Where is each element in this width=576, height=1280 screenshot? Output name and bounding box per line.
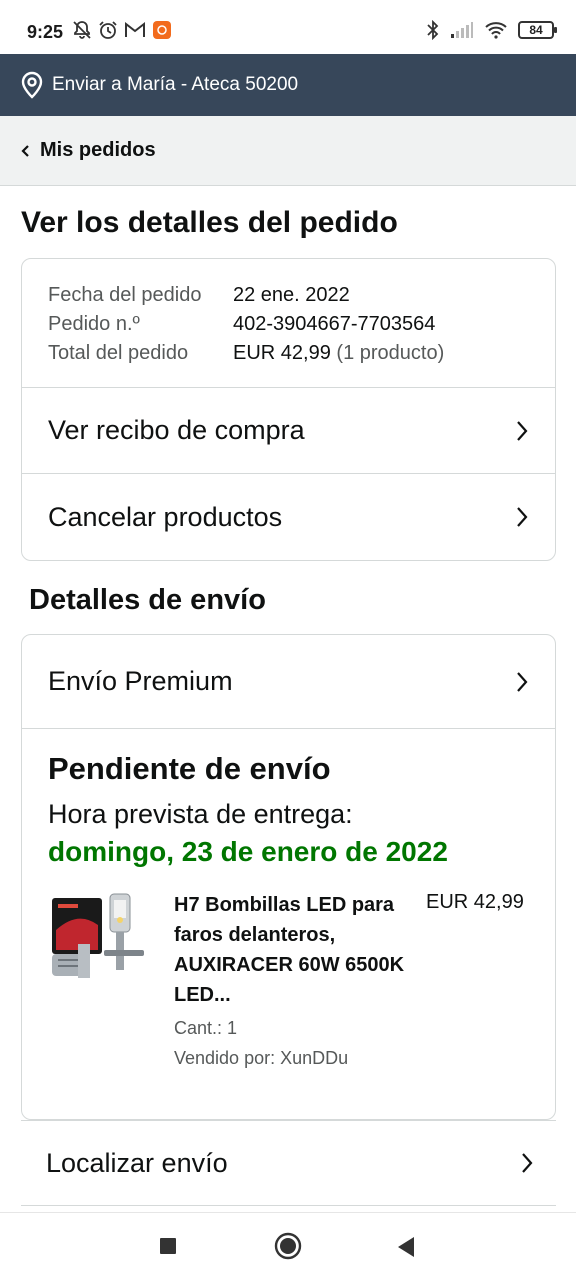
status-bar: 9:25 84 [0,0,576,54]
notifications-off-icon [73,21,91,39]
product-seller: Vendido por: XunDDu [174,1048,349,1068]
chevron-right-icon [517,671,528,692]
bluetooth-icon [427,20,439,40]
cancel-products-link[interactable]: Cancelar productos [22,474,555,560]
alarm-icon [99,21,117,39]
wifi-icon [485,22,507,39]
app-notification-icon [153,21,171,39]
item-info: H7 Bombillas LED para faros delanteros, … [174,890,406,1069]
eta-date: domingo, 23 de enero de 2022 [48,836,448,867]
delivery-address-text: Enviar a María - Ateca 50200 [52,74,299,95]
order-summary: Fecha del pedido 22 ene. 2022 Pedido n.º… [22,259,555,388]
shipping-section-title: Detalles de envío [29,584,266,616]
order-summary-card: Fecha del pedido 22 ene. 2022 Pedido n.º… [21,258,556,561]
gmail-icon [125,21,145,37]
shipment-details: Pendiente de envío Hora prevista de entr… [22,729,555,1069]
product-quantity: Cant.: 1 [174,1018,238,1038]
eta-label: Hora prevista de entrega: [48,799,353,829]
premium-shipping-label: Envío Premium [48,666,233,696]
signal-icon [451,22,473,38]
breadcrumb-my-orders[interactable]: Mis pedidos [40,139,156,162]
back-icon[interactable] [396,1236,416,1258]
system-nav-bar [0,1212,576,1280]
cancel-products-label: Cancelar productos [48,501,283,532]
order-item[interactable]: H7 Bombillas LED para faros delanteros, … [48,890,529,1069]
order-total-amount: EUR 42,99 [233,342,331,364]
page-title: Ver los detalles del pedido [21,206,398,239]
order-number-value: 402-3904667-7703564 [233,313,436,335]
track-shipment-link[interactable]: Localizar envío [21,1120,556,1206]
status-left-icons [72,20,172,40]
recent-apps-icon[interactable] [159,1237,177,1255]
order-total-label: Total del pedido [48,342,189,364]
chevron-right-icon [517,420,528,441]
view-receipt-label: Ver recibo de compra [48,415,305,445]
order-total-value: EUR 42,99 (1 producto) [233,342,444,365]
track-shipment-label: Localizar envío [46,1147,228,1178]
chevron-left-icon [21,144,29,157]
shipping-card: Envío Premium Pendiente de envío Hora pr… [21,634,556,1120]
product-image[interactable] [48,890,154,994]
product-price: EUR 42,99 [426,891,524,913]
premium-shipping-link[interactable]: Envío Premium [22,635,555,729]
chevron-right-icon [522,1153,533,1173]
product-title[interactable]: H7 Bombillas LED para faros delanteros, … [174,890,406,1010]
delivery-address-bar[interactable]: Enviar a María - Ateca 50200 [0,54,576,116]
shipment-status: Pendiente de envío [48,751,331,786]
order-total-count: (1 producto) [336,342,445,364]
breadcrumb[interactable]: Mis pedidos [0,116,576,186]
order-date-value: 22 ene. 2022 [233,284,350,306]
battery-level: 84 [529,23,543,37]
order-date-row: Fecha del pedido 22 ene. 2022 [22,281,555,310]
location-pin-icon [21,71,43,99]
order-date-label: Fecha del pedido [48,284,202,306]
battery-icon: 84 [518,21,557,39]
status-right-icons: 84 [426,20,557,40]
order-number-row: Pedido n.º 402-3904667-7703564 [22,310,555,339]
view-receipt-link[interactable]: Ver recibo de compra [22,388,555,474]
order-total-row: Total del pedido EUR 42,99 (1 producto) [22,339,555,368]
order-number-label: Pedido n.º [48,313,140,335]
home-icon[interactable] [274,1232,302,1260]
chevron-right-icon [517,507,528,527]
status-time: 9:25 [27,22,64,42]
